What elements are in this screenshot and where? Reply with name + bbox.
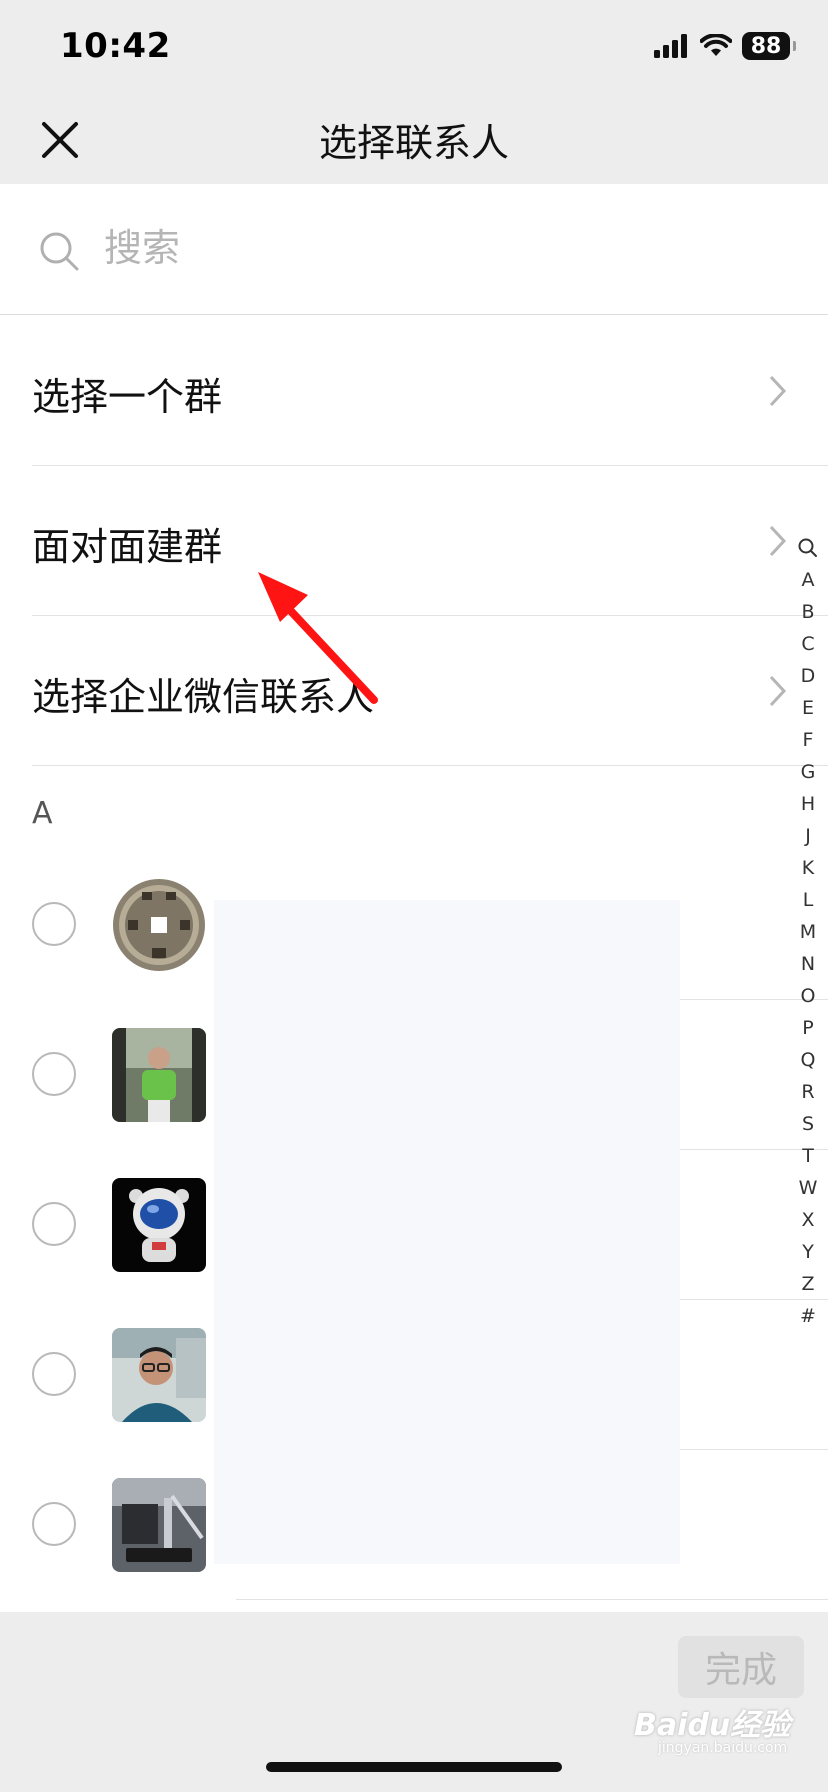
index-letter[interactable]: O bbox=[794, 980, 822, 1012]
chevron-right-icon bbox=[769, 675, 787, 707]
redacted-names-area bbox=[214, 900, 680, 1564]
index-letter[interactable]: Y bbox=[794, 1236, 822, 1268]
coin-avatar bbox=[112, 878, 206, 972]
chevron-right-icon bbox=[769, 525, 787, 557]
done-button[interactable]: 完成 bbox=[678, 1636, 804, 1698]
index-letter[interactable]: R bbox=[794, 1076, 822, 1108]
watermark-url: jingyan.baidu.com bbox=[658, 1740, 788, 1756]
index-letter[interactable]: X bbox=[794, 1204, 822, 1236]
index-letter[interactable]: Z bbox=[794, 1268, 822, 1300]
index-letter[interactable]: T bbox=[794, 1140, 822, 1172]
face-to-face-group-label: 面对面建群 bbox=[32, 525, 223, 569]
machine-avatar bbox=[112, 1478, 206, 1572]
index-letter[interactable]: Q bbox=[794, 1044, 822, 1076]
cellular-signal-icon bbox=[654, 34, 687, 58]
search-icon bbox=[40, 232, 79, 271]
select-radio[interactable] bbox=[32, 1502, 76, 1546]
search-bar[interactable] bbox=[0, 184, 828, 315]
wecom-contacts-label: 选择企业微信联系人 bbox=[32, 675, 375, 719]
index-letter[interactable]: E bbox=[794, 692, 822, 724]
index-letter[interactable]: S bbox=[794, 1108, 822, 1140]
index-letter[interactable]: W bbox=[794, 1172, 822, 1204]
select-radio[interactable] bbox=[32, 1352, 76, 1396]
index-letter[interactable]: D bbox=[794, 660, 822, 692]
status-icons: 88 bbox=[654, 32, 796, 60]
select-radio[interactable] bbox=[32, 1052, 76, 1096]
index-letter[interactable]: N bbox=[794, 948, 822, 980]
select-group-item[interactable]: 选择一个群 bbox=[0, 316, 828, 466]
index-letter[interactable]: H bbox=[794, 788, 822, 820]
home-indicator[interactable] bbox=[266, 1762, 562, 1772]
battery-indicator: 88 bbox=[742, 32, 796, 60]
select-group-label: 选择一个群 bbox=[32, 375, 223, 419]
index-letter[interactable]: A bbox=[794, 564, 822, 596]
watermark-brand: Baidu经验 bbox=[634, 1708, 791, 1743]
index-letter[interactable]: F bbox=[794, 724, 822, 756]
index-letter[interactable]: C bbox=[794, 628, 822, 660]
alphabet-index-bar[interactable]: A B C D E F G H J K L M N O P Q R S T W X Y Z # bbox=[794, 532, 822, 1332]
search-input[interactable] bbox=[104, 220, 704, 276]
astronaut-avatar bbox=[112, 1178, 206, 1272]
index-letter[interactable]: K bbox=[794, 852, 822, 884]
index-letter[interactable]: P bbox=[794, 1012, 822, 1044]
status-time: 10:42 bbox=[60, 26, 171, 66]
man-green-shirt-avatar bbox=[112, 1028, 206, 1122]
divider bbox=[236, 1599, 828, 1600]
wecom-contacts-item[interactable]: 选择企业微信联系人 bbox=[0, 616, 828, 766]
man-glasses-avatar bbox=[112, 1328, 206, 1422]
top-bar: 10:42 88 选择联系人 bbox=[0, 0, 828, 184]
index-search-icon[interactable] bbox=[794, 532, 822, 564]
battery-level: 88 bbox=[750, 33, 782, 59]
index-letter[interactable]: # bbox=[794, 1300, 822, 1332]
index-letter[interactable]: M bbox=[794, 916, 822, 948]
chevron-right-icon bbox=[769, 375, 787, 407]
divider bbox=[32, 765, 828, 766]
page-title: 选择联系人 bbox=[318, 121, 509, 165]
index-letter[interactable]: L bbox=[794, 884, 822, 916]
wifi-icon bbox=[700, 34, 732, 56]
section-header-a: A bbox=[32, 796, 53, 831]
index-letter[interactable]: J bbox=[794, 820, 822, 852]
index-letter[interactable]: B bbox=[794, 596, 822, 628]
index-letter[interactable]: G bbox=[794, 756, 822, 788]
select-radio[interactable] bbox=[32, 1202, 76, 1246]
select-radio[interactable] bbox=[32, 902, 76, 946]
face-to-face-group-item[interactable]: 面对面建群 bbox=[0, 466, 828, 616]
